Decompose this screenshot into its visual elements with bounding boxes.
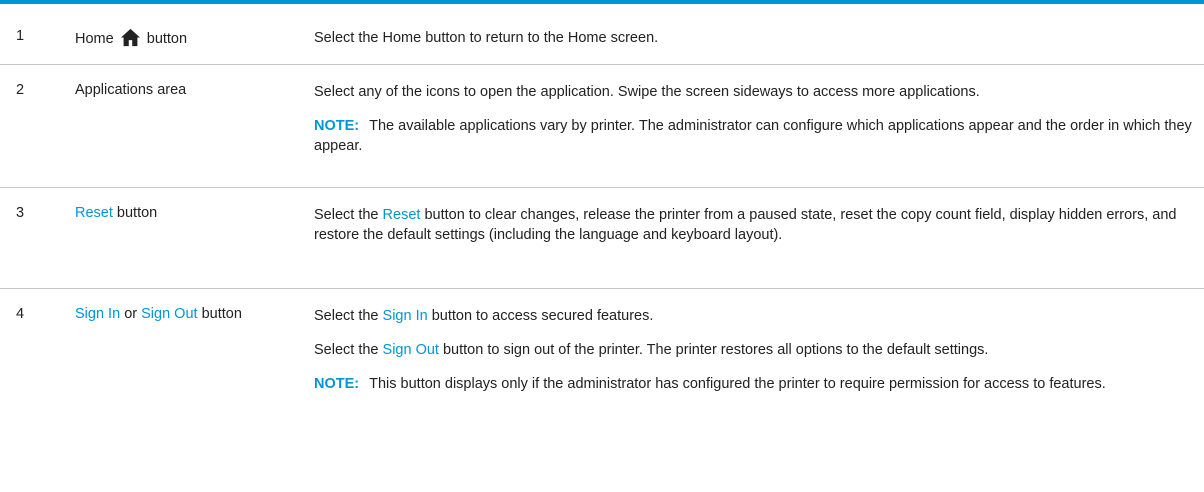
home-icon [120, 28, 140, 47]
table-top-rule [0, 0, 1204, 4]
row-divider [0, 187, 1204, 188]
row-divider [0, 64, 1204, 65]
row-number: 3 [16, 205, 25, 221]
item-label: Applications area [75, 82, 187, 98]
sign-in-link[interactable]: Sign In [383, 308, 428, 324]
item-label: Home button [75, 28, 187, 47]
sign-out-link[interactable]: Sign Out [383, 342, 439, 358]
item-description: Select the Reset button to clear changes… [314, 207, 1177, 243]
item-label: Reset button [75, 205, 158, 221]
row-divider [0, 288, 1204, 289]
item-label: Sign In or Sign Out button [75, 306, 242, 322]
row-number: 1 [16, 28, 25, 44]
reset-link[interactable]: Reset [75, 205, 113, 221]
sign-in-link[interactable]: Sign In [75, 306, 120, 322]
item-description: Select the Sign In button to access secu… [314, 306, 1194, 408]
reset-link[interactable]: Reset [383, 207, 421, 223]
item-description: Select any of the icons to open the appl… [314, 82, 1194, 170]
row-number: 4 [16, 306, 25, 322]
row-number: 2 [16, 82, 25, 98]
sign-out-link[interactable]: Sign Out [141, 306, 197, 322]
item-description: Select the Home button to return to the … [314, 30, 659, 46]
note: NOTE: This button displays only if the ad… [314, 376, 1106, 392]
note: NOTE: The available applications vary by … [314, 118, 1192, 154]
